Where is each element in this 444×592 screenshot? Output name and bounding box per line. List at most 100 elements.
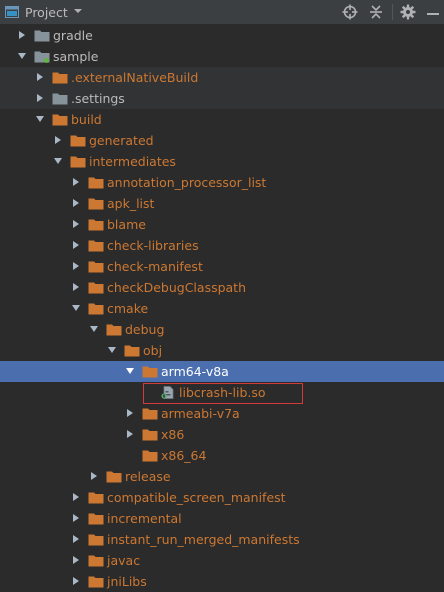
tree-item-label: check-manifest: [107, 259, 203, 274]
folder-icon: [88, 177, 104, 189]
tree-row-arm64-v8a[interactable]: arm64-v8a: [0, 361, 444, 382]
tree-item-label: arm64-v8a: [161, 364, 229, 379]
collapse-arrow-icon[interactable]: [89, 324, 99, 334]
collapse-arrow-icon[interactable]: [107, 345, 117, 355]
project-window-icon: [5, 6, 19, 18]
tree-row-x86-64[interactable]: x86_64: [0, 445, 444, 466]
tree-row-check-libraries[interactable]: check-libraries: [0, 235, 444, 256]
tree-row-debug[interactable]: debug: [0, 319, 444, 340]
folder-icon: [106, 471, 122, 483]
tree-item-label: release: [125, 469, 171, 484]
folder-icon: [70, 135, 86, 147]
tree-row-settings[interactable]: .settings: [0, 88, 444, 109]
tree-item-label: sample: [53, 49, 99, 64]
tree-row-instant-run-merged-manifests[interactable]: instant_run_merged_manifests: [0, 529, 444, 550]
expand-arrow-icon[interactable]: [35, 93, 45, 103]
folder-icon: [142, 429, 158, 441]
expand-arrow-icon[interactable]: [71, 198, 81, 208]
tree-item-label: gradle: [53, 28, 93, 43]
folder-icon: [52, 114, 68, 126]
expand-arrow-icon[interactable]: [89, 471, 99, 481]
collapse-arrow-icon[interactable]: [125, 366, 135, 376]
library-file-icon: [161, 386, 174, 399]
tree-row-externalnativebuild[interactable]: .externalNativeBuild: [0, 67, 444, 88]
collapse-arrow-icon[interactable]: [53, 156, 63, 166]
folder-icon: [142, 450, 158, 462]
folder-icon: [88, 492, 104, 504]
tree-item-label: apk_list: [107, 196, 155, 211]
collapse-arrow-icon[interactable]: [17, 51, 27, 61]
expand-arrow-icon[interactable]: [71, 555, 81, 565]
tree-row-incremental[interactable]: incremental: [0, 508, 444, 529]
tree-item-label: checkDebugClasspath: [107, 280, 247, 295]
tree-row-build[interactable]: build: [0, 109, 444, 130]
collapse-all-icon[interactable]: [368, 4, 384, 20]
tree-row-blame[interactable]: blame: [0, 214, 444, 235]
tree-item-label: incremental: [107, 511, 182, 526]
expand-arrow-icon[interactable]: [71, 492, 81, 502]
folder-icon: [52, 72, 68, 84]
folder-icon: [34, 30, 50, 42]
tree-item-label: instant_run_merged_manifests: [107, 532, 300, 547]
folder-icon: [106, 324, 122, 336]
tree-row-obj[interactable]: obj: [0, 340, 444, 361]
expand-arrow-icon[interactable]: [71, 513, 81, 523]
expand-arrow-icon[interactable]: [71, 219, 81, 229]
tree-item-label: cmake: [107, 301, 149, 316]
tree-item-label: generated: [89, 133, 154, 148]
expand-arrow-icon[interactable]: [53, 135, 63, 145]
tree-row-compatible-screen-manifest[interactable]: compatible_screen_manifest: [0, 487, 444, 508]
tree-row-armeabi-v7a[interactable]: armeabi-v7a: [0, 403, 444, 424]
hide-panel-icon[interactable]: [425, 4, 441, 20]
expand-arrow-icon[interactable]: [71, 240, 81, 250]
tree-row-gradle[interactable]: gradle: [0, 25, 444, 46]
module-folder-icon: [34, 51, 50, 63]
tree-item-label: intermediates: [89, 154, 176, 169]
tree-row-annotation-processor-list[interactable]: annotation_processor_list: [0, 172, 444, 193]
project-toolbar: Project: [0, 0, 444, 25]
gear-icon[interactable]: [400, 4, 416, 20]
project-view-title[interactable]: Project: [25, 5, 68, 20]
collapse-arrow-icon[interactable]: [35, 114, 45, 124]
expand-arrow-icon[interactable]: [35, 72, 45, 82]
expand-arrow-icon[interactable]: [71, 177, 81, 187]
folder-icon: [88, 555, 104, 567]
tree-item-label: check-libraries: [107, 238, 199, 253]
tree-row-libcrash-lib-so[interactable]: libcrash-lib.so: [0, 382, 444, 403]
tree-item-label: .externalNativeBuild: [71, 70, 199, 85]
folder-icon: [88, 513, 104, 525]
tree-row-x86[interactable]: x86: [0, 424, 444, 445]
folder-icon: [142, 366, 158, 378]
tree-item-label: libcrash-lib.so: [179, 385, 266, 400]
expand-arrow-icon[interactable]: [71, 576, 81, 586]
expand-arrow-icon[interactable]: [17, 30, 27, 40]
expand-arrow-icon[interactable]: [71, 261, 81, 271]
tree-row-checkdebugclasspath[interactable]: checkDebugClasspath: [0, 277, 444, 298]
tree-item-label: x86_64: [161, 448, 207, 463]
tree-row-jnilibs[interactable]: jniLibs: [0, 571, 444, 592]
tree-row-cmake[interactable]: cmake: [0, 298, 444, 319]
tree-row-release[interactable]: release: [0, 466, 444, 487]
expand-arrow-icon[interactable]: [71, 282, 81, 292]
expand-arrow-icon[interactable]: [125, 429, 135, 439]
tree-row-intermediates[interactable]: intermediates: [0, 151, 444, 172]
expand-arrow-icon[interactable]: [71, 534, 81, 544]
tree-item-label: annotation_processor_list: [107, 175, 267, 190]
folder-icon: [88, 534, 104, 546]
expand-arrow-icon[interactable]: [125, 408, 135, 418]
tree-row-check-manifest[interactable]: check-manifest: [0, 256, 444, 277]
collapse-arrow-icon[interactable]: [71, 303, 81, 313]
locate-icon[interactable]: [342, 4, 358, 20]
tree-item-label: javac: [107, 553, 141, 568]
tree-item-label: .settings: [71, 91, 125, 106]
folder-icon: [88, 576, 104, 588]
folder-icon: [124, 345, 140, 357]
tree-row-generated[interactable]: generated: [0, 130, 444, 151]
tree-row-apk-list[interactable]: apk_list: [0, 193, 444, 214]
folder-icon: [52, 93, 68, 105]
tree-item-label: build: [71, 112, 102, 127]
folder-icon: [88, 282, 104, 294]
chevron-down-icon[interactable]: [73, 6, 83, 16]
tree-row-sample[interactable]: sample: [0, 46, 444, 67]
tree-row-javac[interactable]: javac: [0, 550, 444, 571]
